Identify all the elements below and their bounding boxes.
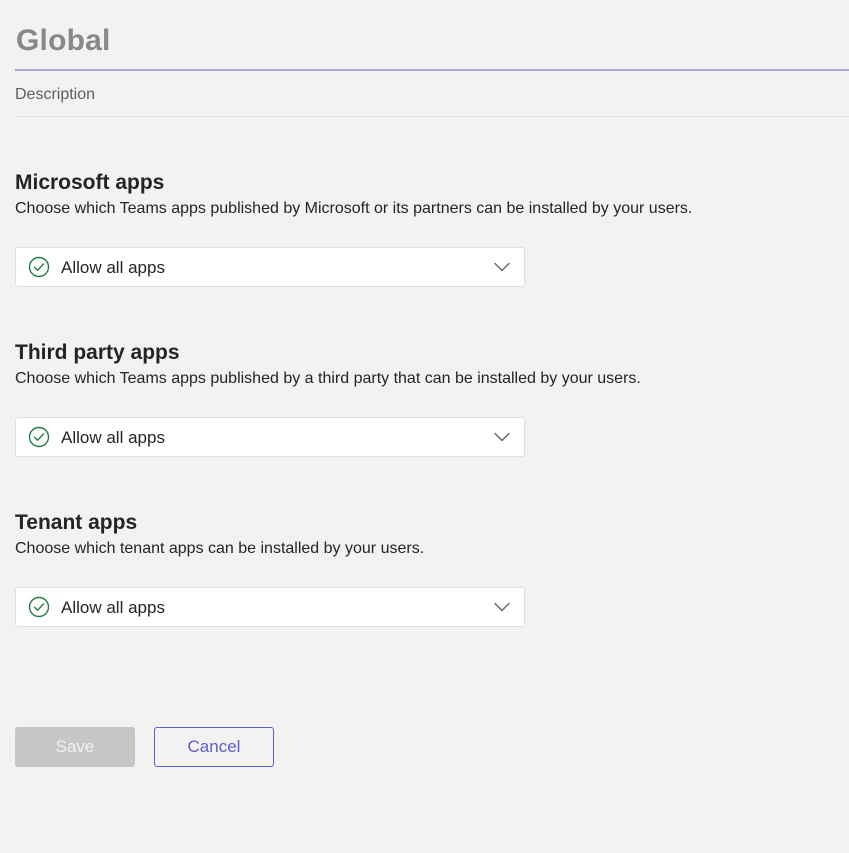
third-party-apps-section: Third party apps Choose which Teams apps… bbox=[15, 340, 849, 457]
check-circle-icon bbox=[28, 256, 50, 278]
microsoft-apps-selected-value: Allow all apps bbox=[61, 258, 165, 277]
microsoft-apps-section: Microsoft apps Choose which Teams apps p… bbox=[15, 170, 849, 287]
save-button[interactable]: Save bbox=[15, 727, 135, 767]
cancel-button[interactable]: Cancel bbox=[154, 727, 274, 767]
third-party-apps-dropdown[interactable]: Allow all apps bbox=[15, 417, 525, 457]
microsoft-apps-description: Choose which Teams apps published by Mic… bbox=[15, 200, 693, 217]
policy-edit-page: Global Description Microsoft apps Choose… bbox=[0, 0, 849, 853]
third-party-apps-selected-value: Allow all apps bbox=[61, 428, 165, 447]
policy-name-field[interactable]: Global bbox=[15, 18, 849, 71]
tenant-apps-selected-value: Allow all apps bbox=[61, 598, 165, 617]
third-party-apps-title: Third party apps bbox=[15, 341, 180, 364]
description-placeholder: Description bbox=[15, 86, 96, 103]
microsoft-apps-title: Microsoft apps bbox=[15, 171, 165, 194]
tenant-apps-description: Choose which tenant apps can be installe… bbox=[15, 540, 425, 557]
check-circle-icon bbox=[28, 596, 50, 618]
tenant-apps-dropdown[interactable]: Allow all apps bbox=[15, 587, 525, 627]
policy-name-value: Global bbox=[16, 24, 111, 57]
chevron-down-icon bbox=[494, 262, 510, 272]
tenant-apps-section: Tenant apps Choose which tenant apps can… bbox=[15, 510, 849, 627]
chevron-down-icon bbox=[494, 432, 510, 442]
microsoft-apps-dropdown[interactable]: Allow all apps bbox=[15, 247, 525, 287]
check-circle-icon bbox=[28, 426, 50, 448]
third-party-apps-description: Choose which Teams apps published by a t… bbox=[15, 370, 641, 387]
chevron-down-icon bbox=[494, 602, 510, 612]
tenant-apps-title: Tenant apps bbox=[15, 511, 138, 534]
description-field[interactable]: Description bbox=[15, 80, 849, 117]
